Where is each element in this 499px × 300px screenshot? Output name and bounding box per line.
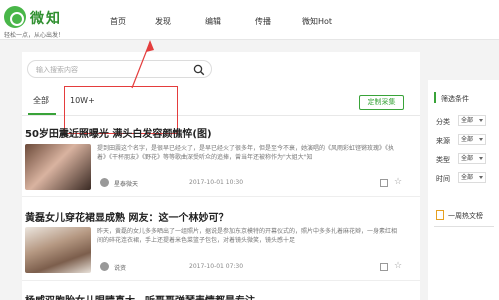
- source-icon: [100, 178, 109, 187]
- nav-hot[interactable]: 微知Hot: [302, 16, 332, 27]
- filter-select-type[interactable]: 全部: [458, 153, 486, 164]
- hot-articles-title[interactable]: 一周热文榜: [448, 211, 483, 221]
- article-summary: 提到田震这个名字，是很早已经火了，是早已经火了很多年，但是至今不衰，她演唱的《风…: [97, 145, 395, 161]
- logo-icon[interactable]: [4, 6, 26, 28]
- article-divider: [22, 196, 420, 197]
- brand-name[interactable]: 微知: [30, 8, 62, 28]
- article-title[interactable]: 杨威双胞胎女儿眼睛真大，听哥哥弹琴表情都是专注: [25, 292, 255, 300]
- filter-title: 筛选条件: [441, 95, 469, 103]
- filter-value: 全部: [461, 155, 474, 162]
- article-source[interactable]: 星泰微天: [114, 179, 138, 188]
- cube-icon[interactable]: [380, 179, 388, 187]
- filter-label-source: 来源: [436, 137, 450, 145]
- search-input[interactable]: 输入搜索内容: [27, 60, 212, 78]
- chevron-down-icon: [479, 119, 483, 122]
- filter-label-category: 分类: [436, 118, 450, 126]
- book-icon: [436, 210, 444, 220]
- article-time: 2017-10-01 07:30: [189, 263, 244, 270]
- article-panel: 输入搜索内容 全部 10W+ 定制采集 50岁田震近照曝光 满头白发容颜憔悴(图…: [22, 52, 420, 300]
- chevron-down-icon: [479, 138, 483, 141]
- article-source[interactable]: 说资: [114, 263, 126, 272]
- search-placeholder: 输入搜索内容: [36, 66, 78, 74]
- filter-value: 全部: [461, 174, 474, 181]
- filter-value: 全部: [461, 117, 474, 124]
- source-icon: [100, 262, 109, 271]
- article-divider: [22, 280, 420, 281]
- nav-discover[interactable]: 发现: [155, 16, 171, 27]
- nav-home[interactable]: 首页: [110, 16, 126, 27]
- filter-label-type: 类型: [436, 156, 450, 164]
- search-icon[interactable]: [193, 64, 205, 76]
- brand-slogan: 轻松一点，从心出发！: [4, 32, 65, 39]
- article-thumbnail[interactable]: [25, 144, 91, 190]
- hot-divider: [434, 226, 494, 227]
- section-marker: [434, 92, 436, 103]
- custom-collect-button[interactable]: 定制采集: [359, 95, 404, 110]
- chevron-down-icon: [479, 157, 483, 160]
- article-title[interactable]: 50岁田震近照曝光 满头白发容颜憔悴(图): [25, 125, 212, 140]
- article-summary: 昨天，黄磊的女儿多多晒出了一组照片，据说是参加东京模特的开幕仪式的，照片中多多扎…: [97, 228, 398, 244]
- article-time: 2017-10-01 10:30: [189, 179, 244, 186]
- filter-label-time: 时间: [436, 175, 450, 183]
- star-icon[interactable]: ☆: [394, 177, 402, 187]
- filter-select-source[interactable]: 全部: [458, 134, 486, 145]
- cube-icon[interactable]: [380, 263, 388, 271]
- article-thumbnail[interactable]: [25, 227, 91, 273]
- article-title[interactable]: 黄磊女儿穿花裙显成熟 网友：这一个林妙可？: [25, 209, 228, 224]
- nav-spread[interactable]: 传播: [255, 16, 271, 27]
- filter-value: 全部: [461, 136, 474, 143]
- filter-select-time[interactable]: 全部: [458, 172, 486, 183]
- top-navbar: 微知 轻松一点，从心出发！ 首页 发现 编辑 传播 微知Hot: [0, 0, 499, 40]
- nav-edit[interactable]: 编辑: [205, 16, 221, 27]
- tab-all[interactable]: 全部: [33, 95, 49, 106]
- chevron-down-icon: [479, 176, 483, 179]
- tab-10w[interactable]: 10W+: [70, 96, 95, 105]
- filter-sidebar: 筛选条件 分类 全部 来源 全部 类型 全部 时间 全部 一周热文榜: [428, 80, 499, 300]
- star-icon[interactable]: ☆: [394, 261, 402, 271]
- filter-select-category[interactable]: 全部: [458, 115, 486, 126]
